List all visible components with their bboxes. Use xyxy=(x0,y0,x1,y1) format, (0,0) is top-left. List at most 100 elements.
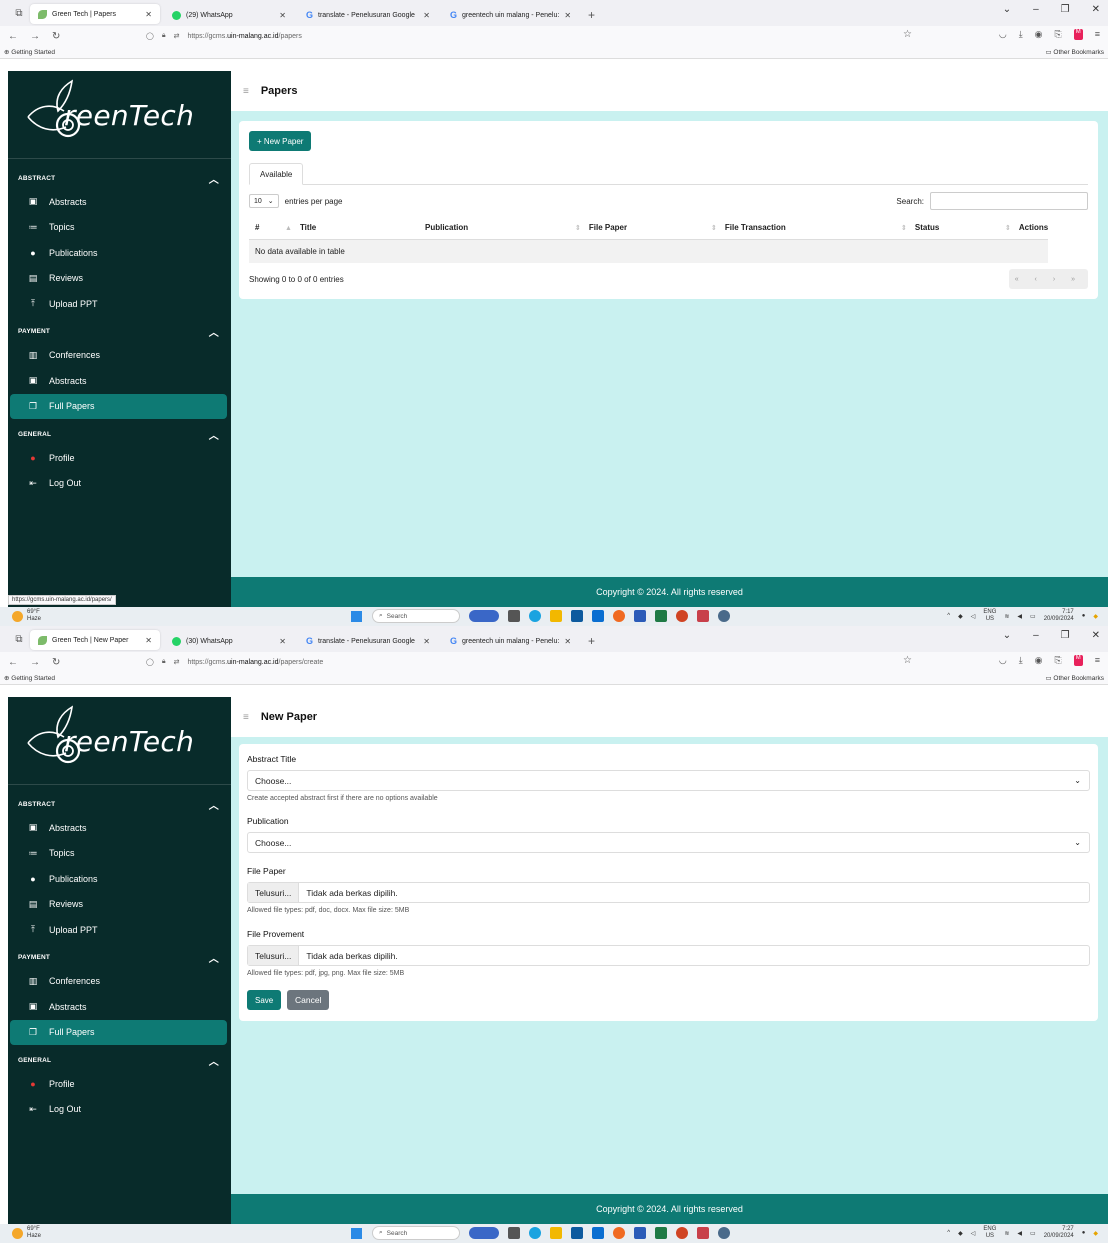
widgets-icon[interactable] xyxy=(469,1227,499,1239)
notification-bell-icon[interactable]: ● xyxy=(1082,1230,1086,1236)
permissions-icon[interactable]: ⇄ xyxy=(174,32,180,40)
forward-icon[interactable]: → xyxy=(30,657,40,668)
bookmark-getting-started[interactable]: ⊕ Getting Started xyxy=(4,48,55,56)
col-actions[interactable]: ⇕ Actions xyxy=(999,217,1049,240)
browser-tab-translate[interactable]: G translate - Penelusuran Google ✕ xyxy=(298,630,438,652)
bookmark-star-icon[interactable]: ☆ xyxy=(903,29,912,40)
tab-list-icon[interactable]: ⌄ xyxy=(1003,630,1011,641)
col-publication[interactable]: Publication xyxy=(419,217,569,240)
bookmark-getting-started[interactable]: ⊕ Getting Started xyxy=(4,674,55,682)
close-tab-icon[interactable]: ✕ xyxy=(423,11,430,20)
tab-available[interactable]: Available xyxy=(249,163,304,185)
excel-icon[interactable] xyxy=(655,610,667,622)
sidebar-item-publications[interactable]: ● Publications xyxy=(10,866,227,892)
sidebar-item-upload-ppt[interactable]: ⤒ Upload PPT xyxy=(10,291,227,317)
restore-icon[interactable]: ❐ xyxy=(1061,4,1070,15)
hamburger-icon[interactable]: ≡ xyxy=(243,86,249,97)
sidebar-item-full-papers[interactable]: ❐ Full Papers xyxy=(10,393,227,419)
close-tab-icon[interactable]: ✕ xyxy=(279,637,286,646)
publication-select[interactable]: Choose... ⌄ xyxy=(247,832,1090,853)
word-icon[interactable] xyxy=(634,1227,646,1239)
taskbar-search[interactable]: ⌕ Search xyxy=(372,609,460,623)
location-icon[interactable]: ◁ xyxy=(971,613,976,620)
firefox-icon[interactable] xyxy=(613,610,625,622)
bookmark-other[interactable]: ▭ Other Bookmarks xyxy=(1045,48,1104,56)
sidebar-item-upload-ppt[interactable]: ⤒ Upload PPT xyxy=(10,917,227,943)
abstract-title-select[interactable]: Choose... ⌄ xyxy=(247,770,1090,791)
bookmark-star-icon[interactable]: ☆ xyxy=(903,655,912,666)
address-bar[interactable]: ◯ 🔒︎ ⇄ https://gcms.uin-malang.ac.id/pap… xyxy=(146,654,323,670)
col-title[interactable]: ▲ Title xyxy=(279,217,419,240)
excel-icon[interactable] xyxy=(655,1227,667,1239)
permissions-icon[interactable]: ⇄ xyxy=(174,658,180,666)
sidebar-item-abstracts[interactable]: ▣ Abstracts xyxy=(10,815,227,841)
close-tab-icon[interactable]: ✕ xyxy=(423,637,430,646)
sidebar-item-full-papers[interactable]: ❐ Full Papers xyxy=(10,1019,227,1045)
back-icon[interactable]: ← xyxy=(8,657,18,668)
save-button[interactable]: Save xyxy=(247,990,282,1010)
weather-widget[interactable]: 69°F Haze xyxy=(12,1226,41,1240)
weather-widget[interactable]: 69°F Haze xyxy=(12,609,41,623)
col-file-paper[interactable]: ⇕ File Paper xyxy=(569,217,705,240)
address-bar[interactable]: ◯ 🔒︎ ⇄ https://gcms.uin-malang.ac.id/pap… xyxy=(146,28,302,44)
new-paper-button[interactable]: + New Paper xyxy=(249,131,312,151)
network-icon[interactable]: ◆ xyxy=(958,613,963,620)
copilot-icon[interactable]: ◆ xyxy=(1093,613,1098,620)
wifi-icon[interactable]: ≋ xyxy=(1004,1230,1009,1237)
file-explorer-icon[interactable] xyxy=(550,610,562,622)
store-icon[interactable] xyxy=(571,1227,583,1239)
col-status[interactable]: ⇕ Status xyxy=(895,217,999,240)
sidebar-item-reviews[interactable]: ▤ Reviews xyxy=(10,266,227,292)
close-tab-icon[interactable]: ✕ xyxy=(564,637,571,646)
section-abstract[interactable]: ABSTRACT ︿ xyxy=(8,167,231,189)
sidebar-item-conferences[interactable]: ▥ Conferences xyxy=(10,969,227,995)
browser-tab-translate[interactable]: G translate - Penelusuran Google ✕ xyxy=(298,4,438,26)
sidebar-item-profile[interactable]: ● Profile xyxy=(10,445,227,471)
reload-icon[interactable]: ↻ xyxy=(52,657,60,668)
sidebar-item-payment-abstracts[interactable]: ▣ Abstracts xyxy=(10,994,227,1020)
close-tab-icon[interactable]: ✕ xyxy=(279,11,286,20)
tab-overview-icon[interactable]: ⧉ xyxy=(8,0,30,26)
extensions-icon[interactable]: ⎘ xyxy=(1055,29,1062,40)
settings-icon[interactable] xyxy=(718,1227,730,1239)
menu-icon[interactable]: ≡ xyxy=(1095,29,1100,40)
browser-tab-search[interactable]: G greentech uin malang - Penelu: ✕ xyxy=(442,630,576,652)
edge-icon[interactable] xyxy=(529,610,541,622)
sidebar-item-logout[interactable]: ⇤ Log Out xyxy=(10,471,227,497)
sidebar-item-profile[interactable]: ● Profile xyxy=(10,1071,227,1097)
browser-tab-greentech[interactable]: Green Tech | Papers ✕ xyxy=(30,4,160,24)
downloads-icon[interactable]: ⤓ xyxy=(1019,29,1023,40)
sidebar-item-logout[interactable]: ⇤ Log Out xyxy=(10,1097,227,1123)
pocket-icon[interactable]: ◡ xyxy=(999,29,1007,40)
tab-list-icon[interactable]: ⌄ xyxy=(1003,4,1011,15)
close-tab-icon[interactable]: ✕ xyxy=(145,636,152,645)
outlook-icon[interactable] xyxy=(592,1227,604,1239)
chevron-up-icon[interactable]: ^ xyxy=(947,613,950,619)
sidebar-item-payment-abstracts[interactable]: ▣ Abstracts xyxy=(10,368,227,394)
sidebar-item-topics[interactable]: ≔ Topics xyxy=(10,215,227,241)
network-icon[interactable]: ◆ xyxy=(958,1230,963,1237)
outlook-icon[interactable] xyxy=(592,610,604,622)
app-icon[interactable] xyxy=(697,1227,709,1239)
downloads-icon[interactable]: ⤓ xyxy=(1019,655,1023,666)
store-icon[interactable] xyxy=(571,610,583,622)
section-payment[interactable]: PAYMENT ︿ xyxy=(8,947,231,969)
word-icon[interactable] xyxy=(634,610,646,622)
account-icon[interactable]: ◉ xyxy=(1035,29,1043,40)
tab-overview-icon[interactable]: ⧉ xyxy=(8,626,30,652)
browse-button[interactable]: Telusuri... xyxy=(248,883,300,902)
powerpoint-icon[interactable] xyxy=(676,610,688,622)
chevron-up-icon[interactable]: ^ xyxy=(947,1230,950,1236)
search-input[interactable] xyxy=(930,192,1088,210)
clock[interactable]: 7:27 20/09/2024 xyxy=(1044,1226,1074,1240)
close-tab-icon[interactable]: ✕ xyxy=(145,10,152,19)
powerpoint-icon[interactable] xyxy=(676,1227,688,1239)
col-file-transaction[interactable]: ⇕ File Transaction xyxy=(705,217,895,240)
location-icon[interactable]: ◁ xyxy=(971,1230,976,1237)
pagination[interactable]: « ‹ › » xyxy=(1008,269,1088,289)
task-view-icon[interactable] xyxy=(508,1227,520,1239)
extensions-icon[interactable]: ⎘ xyxy=(1055,655,1062,666)
app-icon[interactable] xyxy=(697,610,709,622)
account-icon[interactable]: ◉ xyxy=(1035,655,1043,666)
edge-icon[interactable] xyxy=(529,1227,541,1239)
